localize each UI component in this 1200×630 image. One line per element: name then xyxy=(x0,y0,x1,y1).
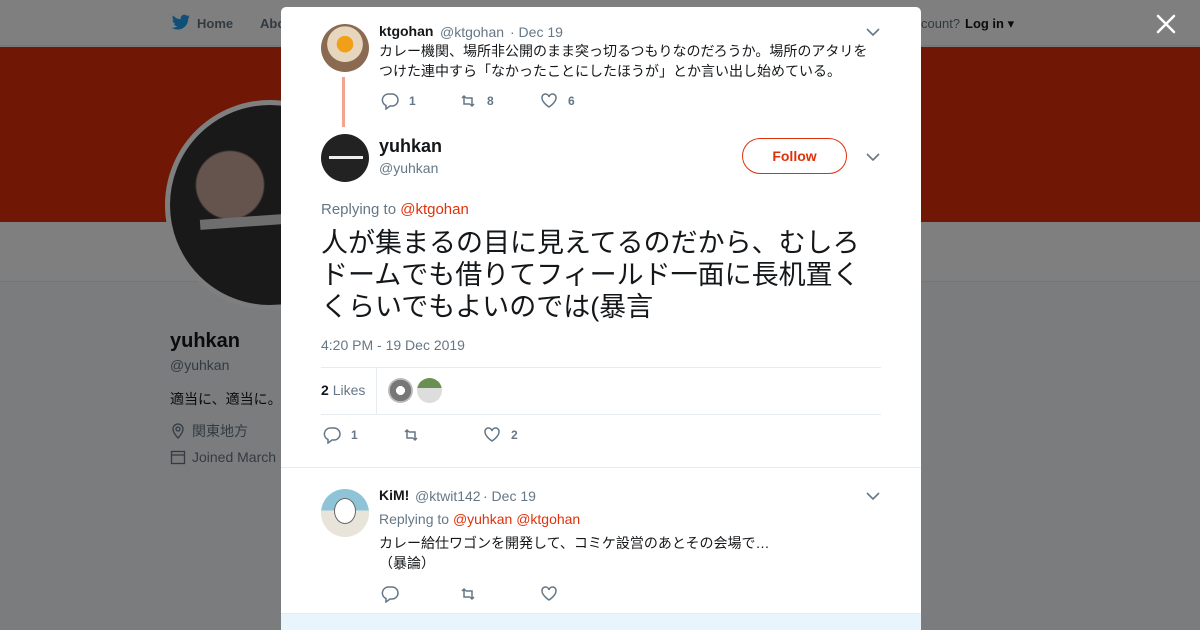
reply-tweet-handle[interactable]: @ktwit142 xyxy=(415,488,481,504)
parent-tweet-text-line: カレー機関、場所非公開のまま突っ切るつもりなのだろうか。場所のアタリを xyxy=(379,43,868,59)
reply-count: 1 xyxy=(409,94,416,108)
close-icon[interactable] xyxy=(1154,12,1178,36)
replying-to-label: Replying to xyxy=(321,201,401,218)
chevron-down-icon[interactable] xyxy=(866,152,880,162)
main-tweet-name[interactable]: yuhkan xyxy=(379,136,442,157)
tweet-timestamp[interactable]: 4:20 PM - 19 Dec 2019 xyxy=(321,337,465,353)
heart-icon xyxy=(484,427,500,442)
like-button[interactable]: 2 xyxy=(483,426,518,444)
reply-tweet-date[interactable]: · Dec 19 xyxy=(483,488,536,504)
like-button[interactable]: 6 xyxy=(540,92,575,110)
mention-link[interactable]: @ktgohan xyxy=(400,201,469,218)
replying-to: Replying to @yuhkan @ktgohan xyxy=(379,509,580,529)
avatar[interactable] xyxy=(321,134,369,182)
heart-icon xyxy=(541,586,557,601)
mention-link[interactable]: @yuhkan xyxy=(453,511,512,527)
retweet-button[interactable] xyxy=(459,585,477,603)
reply-button[interactable]: 1 xyxy=(323,426,358,444)
modal-footer xyxy=(281,613,921,630)
reply-button[interactable] xyxy=(381,585,399,603)
reply-count: 1 xyxy=(351,428,358,442)
reply-icon xyxy=(381,93,399,110)
reply-button[interactable]: 1 xyxy=(381,92,416,110)
retweet-button[interactable] xyxy=(402,426,430,444)
parent-tweet-text-line: つけた連中すら「なかったことにしたほうが」とか言い出し始めている。 xyxy=(379,63,841,79)
parent-tweet-date[interactable]: · Dec 19 xyxy=(510,24,563,40)
reply-tweet-text: カレー給仕ワゴンを開発して、コミケ設営のあとその会場で… （暴論） xyxy=(379,533,769,573)
replying-to: Replying to @ktgohan xyxy=(321,201,469,218)
likes-stat[interactable]: 2 Likes xyxy=(321,382,365,398)
reply-icon xyxy=(381,586,399,603)
avatar[interactable] xyxy=(321,489,369,537)
replying-to-label: Replying to xyxy=(379,511,453,527)
mention-link[interactable]: @ktgohan xyxy=(516,511,580,527)
retweet-count: 8 xyxy=(487,94,494,108)
retweet-button[interactable]: 8 xyxy=(459,92,494,110)
retweet-icon xyxy=(461,587,475,601)
heart-icon xyxy=(541,93,557,108)
follow-button[interactable]: Follow xyxy=(742,138,847,174)
divider xyxy=(281,467,921,468)
divider xyxy=(321,367,881,368)
avatar[interactable] xyxy=(321,24,369,72)
reply-tweet-text-line: （暴論） xyxy=(379,555,435,571)
liker-avatar[interactable] xyxy=(417,378,442,403)
liker-avatar[interactable] xyxy=(388,378,413,403)
parent-tweet-name[interactable]: ktgohan xyxy=(379,23,433,39)
divider xyxy=(321,414,881,415)
retweet-icon xyxy=(404,428,418,442)
likes-stat-count: 2 xyxy=(321,382,329,398)
likes-stat-label: Likes xyxy=(332,382,366,398)
like-button[interactable] xyxy=(540,585,558,603)
chevron-down-icon[interactable] xyxy=(866,491,880,501)
like-count: 6 xyxy=(568,94,575,108)
like-count: 2 xyxy=(511,428,518,442)
parent-tweet-text: カレー機関、場所非公開のまま突っ切るつもりなのだろうか。場所のアタリを つけた連… xyxy=(379,41,867,81)
reply-tweet-text-line: カレー給仕ワゴンを開発して、コミケ設営のあとその会場で… xyxy=(379,535,770,551)
retweet-icon xyxy=(461,94,475,108)
reply-icon xyxy=(323,427,341,444)
reply-tweet-name[interactable]: KiM! xyxy=(379,487,409,503)
chevron-down-icon[interactable] xyxy=(866,27,880,37)
divider xyxy=(376,367,377,414)
tweet-permalink-modal: ktgohan @ktgohan · Dec 19 カレー機関、場所非公開のまま… xyxy=(281,7,921,630)
parent-tweet-handle[interactable]: @ktgohan xyxy=(440,24,504,40)
main-tweet-text: 人が集まるの目に見えてるのだから、むしろドームでも借りてフィールド一面に長机置く… xyxy=(321,228,860,322)
main-tweet-handle[interactable]: @yuhkan xyxy=(379,160,438,176)
thread-connector xyxy=(342,77,345,127)
